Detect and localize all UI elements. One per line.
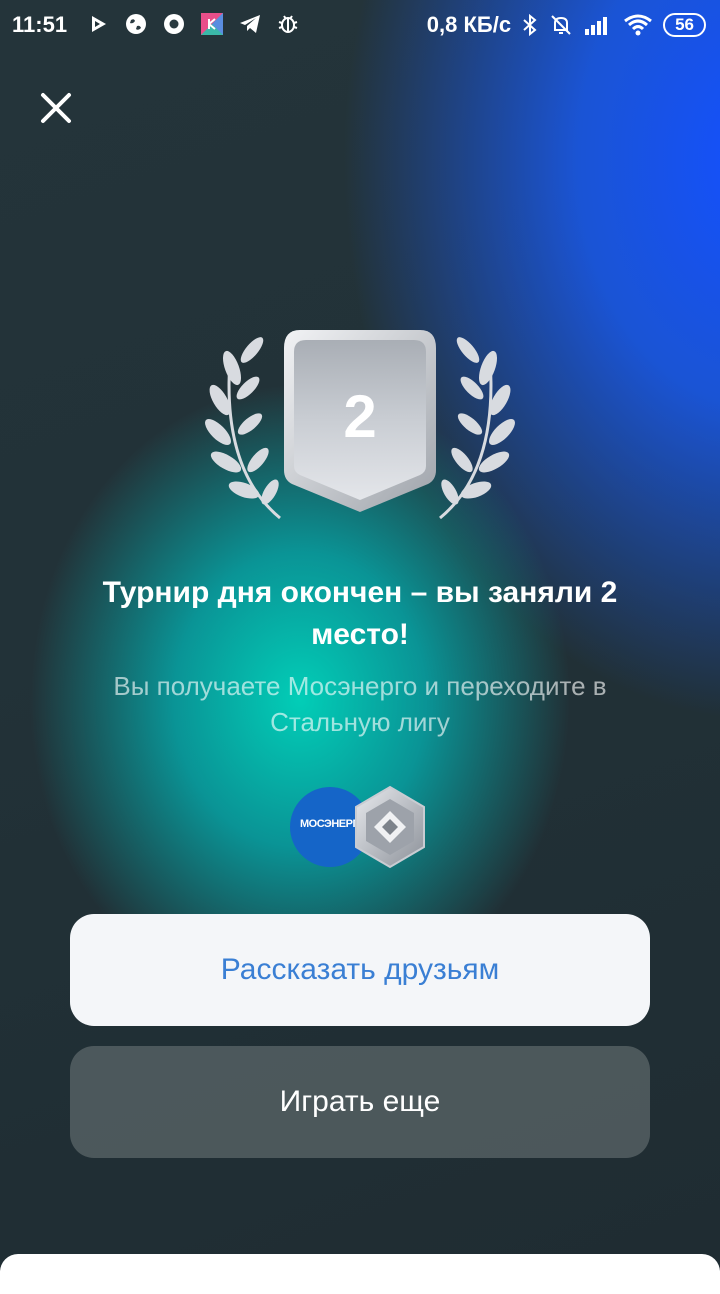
- bug-icon: [278, 15, 298, 33]
- steel-league-icon: [355, 785, 425, 869]
- globe-icon: [126, 14, 146, 34]
- play-icon: [92, 16, 106, 32]
- wifi-icon: [624, 14, 652, 36]
- place-badge: 2: [200, 320, 520, 530]
- share-button[interactable]: Рассказать друзьям: [70, 914, 650, 1026]
- status-bar: 11:51 0,8 КБ/с 56: [0, 0, 720, 52]
- result-title: Турнир дня окончен – вы заняли 2 место!: [102, 576, 618, 651]
- rewards: МОСЭНЕРГО: [290, 785, 430, 869]
- result-subtitle: Вы получаете Мосэнерго и переходите в Ст…: [113, 671, 607, 737]
- place-number: 2: [343, 383, 377, 450]
- status-time: 11:51: [12, 12, 68, 37]
- bluetooth-icon: [523, 13, 537, 37]
- signal-icon: [585, 17, 608, 35]
- share-button-label: Рассказать друзьям: [220, 953, 500, 986]
- network-speed: 0,8 КБ/с: [426, 12, 512, 37]
- status-right: 0,8 КБ/с 56: [427, 12, 706, 38]
- record-icon: [164, 14, 184, 34]
- play-again-button-label: Играть еще: [279, 1085, 441, 1118]
- play-again-button[interactable]: Играть еще: [70, 1046, 650, 1158]
- notification-icons: [86, 12, 300, 36]
- app-icon: [201, 13, 223, 35]
- close-icon[interactable]: [36, 88, 76, 128]
- bell-muted-icon: [551, 15, 571, 35]
- bottom-sheet-edge: [0, 1254, 720, 1294]
- telegram-icon: [240, 15, 260, 33]
- battery-indicator: 56: [663, 13, 706, 37]
